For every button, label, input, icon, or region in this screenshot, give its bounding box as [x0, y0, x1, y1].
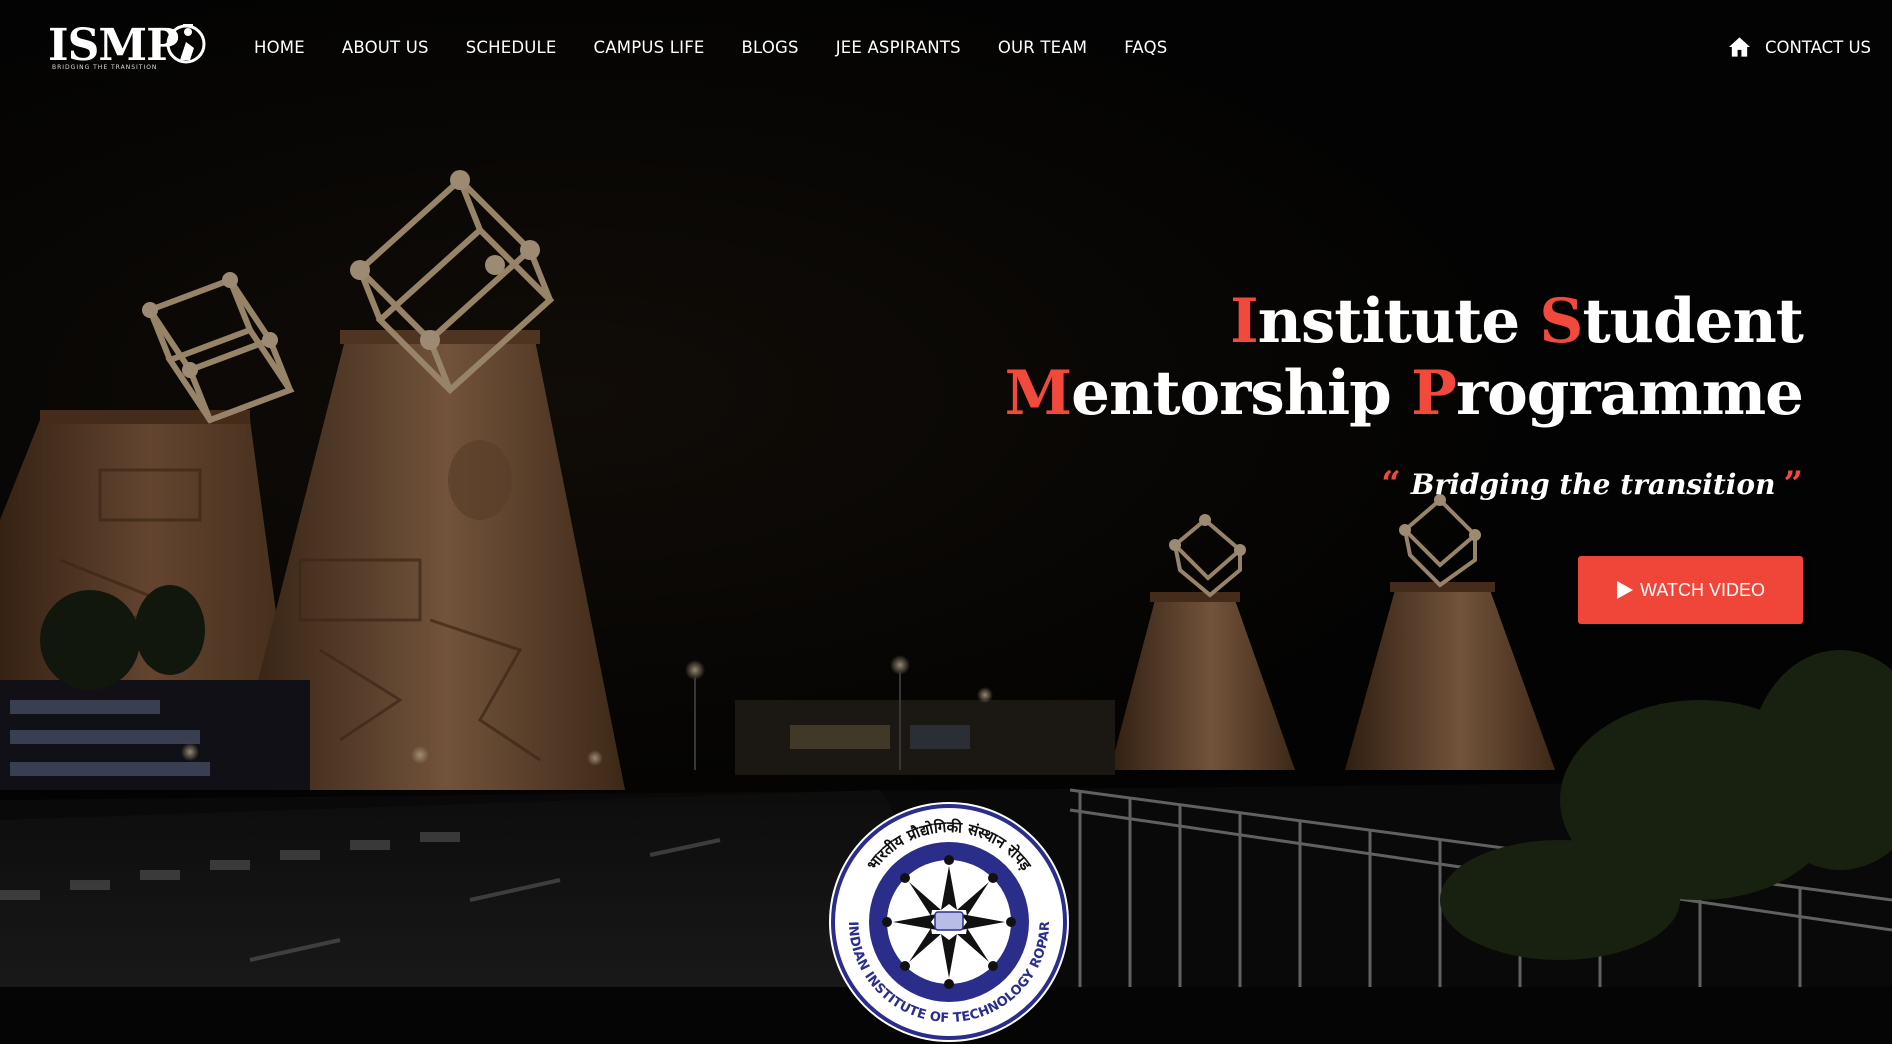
open-quote-icon: “ — [1381, 464, 1401, 504]
title-word: entorship — [1071, 358, 1412, 429]
nav-jee-aspirants[interactable]: JEE ASPIRANTS — [836, 38, 961, 57]
title-initial: S — [1539, 286, 1583, 357]
hero-title: Institute Student Mentorship Programme — [1004, 286, 1804, 430]
contact-us-link[interactable]: CONTACT US — [1728, 36, 1871, 58]
main-nav: HOME ABOUT US SCHEDULE CAMPUS LIFE BLOGS… — [254, 38, 1204, 57]
nav-blogs[interactable]: BLOGS — [742, 38, 799, 57]
close-quote-icon: ” — [1783, 464, 1803, 504]
play-icon — [1617, 581, 1633, 599]
title-initial: M — [1004, 358, 1073, 429]
title-word: rogramme — [1455, 358, 1804, 429]
watch-video-button[interactable]: WATCH VIDEO — [1578, 556, 1803, 624]
watch-video-label: WATCH VIDEO — [1640, 579, 1765, 600]
nav-home[interactable]: HOME — [254, 38, 305, 57]
top-navbar: ISMP BRIDGING THE TRANSITION HOME ABOUT … — [0, 0, 1892, 100]
home-icon — [1728, 37, 1750, 57]
iit-ropar-emblem: भारतीय प्रौद्योगिकी संस्थान रोपड़ INDIAN… — [829, 802, 1069, 1042]
tagline-text: Bridging the transition — [1410, 467, 1776, 501]
title-word: nstitute — [1257, 286, 1540, 357]
contact-us-label: CONTACT US — [1764, 37, 1871, 57]
title-word: tudent — [1582, 286, 1804, 357]
hero-title-line-2: Mentorship Programme — [1004, 358, 1804, 430]
nav-about-us[interactable]: ABOUT US — [342, 38, 429, 57]
graduate-figure-icon — [166, 24, 206, 64]
ismp-logo[interactable]: ISMP BRIDGING THE TRANSITION — [48, 18, 206, 72]
hero-tagline: “ Bridging the transition ” — [1381, 464, 1803, 504]
nav-our-team[interactable]: OUR TEAM — [998, 38, 1087, 57]
nav-faqs[interactable]: FAQS — [1124, 38, 1167, 57]
nav-campus-life[interactable]: CAMPUS LIFE — [594, 38, 705, 57]
nav-schedule[interactable]: SCHEDULE — [466, 38, 557, 57]
hero-title-line-1: Institute Student — [1005, 286, 1804, 358]
title-initial: P — [1411, 358, 1457, 429]
title-initial: I — [1230, 286, 1259, 357]
logo-tagline: BRIDGING THE TRANSITION — [52, 64, 158, 71]
